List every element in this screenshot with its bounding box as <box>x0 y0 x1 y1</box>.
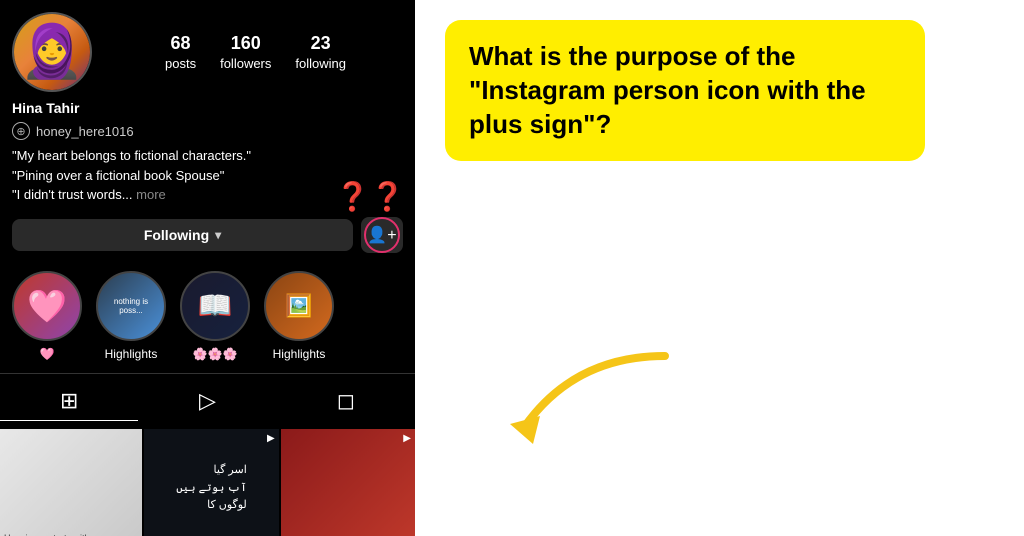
stats-row: 68 posts 160 followers 23 following <box>108 33 403 71</box>
profile-name: Hina Tahir <box>0 100 415 120</box>
highlight-item[interactable]: nothing is poss... Highlights <box>96 271 166 361</box>
stat-following[interactable]: 23 following <box>295 33 346 71</box>
profile-bio: "My heart belongs to fictional character… <box>0 142 415 211</box>
highlights-row: 🩷 🩷 nothing is poss... Highlights 📖 🌸🌸🌸 … <box>0 263 415 373</box>
tab-reels[interactable]: ▷ <box>138 382 276 421</box>
highlight-item[interactable]: 🖼️ Highlights <box>264 271 334 361</box>
highlight-item[interactable]: 📖 🌸🌸🌸 <box>180 271 250 361</box>
tagged-icon: ◻ <box>337 388 355 414</box>
stat-followers[interactable]: 160 followers <box>220 33 271 71</box>
highlight-circle-1: 🩷 <box>12 271 82 341</box>
bio-more-link[interactable]: more <box>136 187 166 202</box>
play-icon: ▶ <box>267 433 275 444</box>
person-plus-icon: 👤+ <box>367 225 396 245</box>
avatar[interactable]: 🧕 <box>12 12 92 92</box>
question-bubble: What is the purpose of the "Instagram pe… <box>445 20 925 161</box>
arrow-svg <box>495 336 695 456</box>
grid-cell-1[interactable]: Happiness starts with... <box>0 429 142 536</box>
add-friend-button[interactable]: 👤+ <box>361 217 403 253</box>
right-panel: What is the purpose of the "Instagram pe… <box>415 0 1024 536</box>
play-icon-2: ▶ <box>403 433 411 444</box>
chevron-down-icon: ▾ <box>215 228 221 242</box>
action-buttons: Following ▾ 👤+ <box>0 211 415 263</box>
arrow-container <box>495 336 695 456</box>
tab-tagged[interactable]: ◻ <box>277 382 415 421</box>
profile-threads: ⊕ honey_here1016 <box>0 120 415 142</box>
profile-header: 🧕 68 posts 160 followers 23 following <box>0 0 415 100</box>
highlight-circle-3: 📖 <box>180 271 250 341</box>
reels-icon: ▷ <box>199 388 216 414</box>
threads-icon: ⊕ <box>12 122 30 140</box>
highlight-circle-2: nothing is poss... <box>96 271 166 341</box>
tab-grid[interactable]: ⊞ <box>0 382 138 421</box>
question-text: What is the purpose of the "Instagram pe… <box>469 40 901 141</box>
grid-cell-2[interactable]: اسر گیاآب ہوتے ہیںلوگوں کا ▶ <box>144 429 278 536</box>
highlight-circle-4: 🖼️ <box>264 271 334 341</box>
stat-posts: 68 posts <box>165 33 196 71</box>
tab-bar: ⊞ ▷ ◻ <box>0 373 415 429</box>
highlight-item[interactable]: 🩷 🩷 <box>12 271 82 361</box>
grid-cell-3[interactable]: ▶ <box>281 429 415 536</box>
grid-icon: ⊞ <box>60 388 78 414</box>
instagram-panel: 🧕 68 posts 160 followers 23 following Hi… <box>0 0 415 536</box>
following-button[interactable]: Following ▾ <box>12 219 353 251</box>
add-friend-circle: 👤+ <box>364 217 400 253</box>
grid-preview: Happiness starts with... اسر گیاآب ہوتے … <box>0 429 415 536</box>
